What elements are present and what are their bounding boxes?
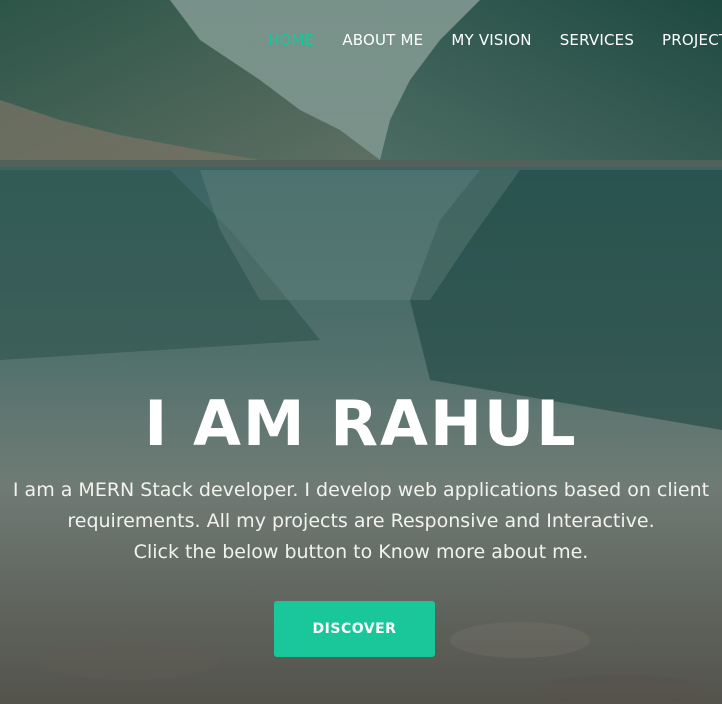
main-nav: HOME ABOUT ME MY VISION SERVICES PROJECT… <box>268 30 722 50</box>
nav-home[interactable]: HOME <box>268 30 314 50</box>
nav-about-me[interactable]: ABOUT ME <box>342 30 423 50</box>
hero-intro-line: Click the below button to Know more abou… <box>133 541 589 563</box>
background-overlay <box>0 0 722 704</box>
nav-services[interactable]: SERVICES <box>560 30 634 50</box>
hero-section: HOME ABOUT ME MY VISION SERVICES PROJECT… <box>0 0 722 704</box>
hero-title: I AM RAHUL <box>144 387 578 460</box>
nav-my-vision[interactable]: MY VISION <box>451 30 531 50</box>
nav-projects[interactable]: PROJECTS <box>662 30 722 50</box>
hero-intro-line: requirements. All my projects are Respon… <box>67 510 655 532</box>
discover-button[interactable]: DISCOVER <box>274 601 435 657</box>
hero-intro-line: I am a MERN Stack developer. I develop w… <box>12 479 710 501</box>
hero-intro: I am a MERN Stack developer. I develop w… <box>0 475 722 568</box>
